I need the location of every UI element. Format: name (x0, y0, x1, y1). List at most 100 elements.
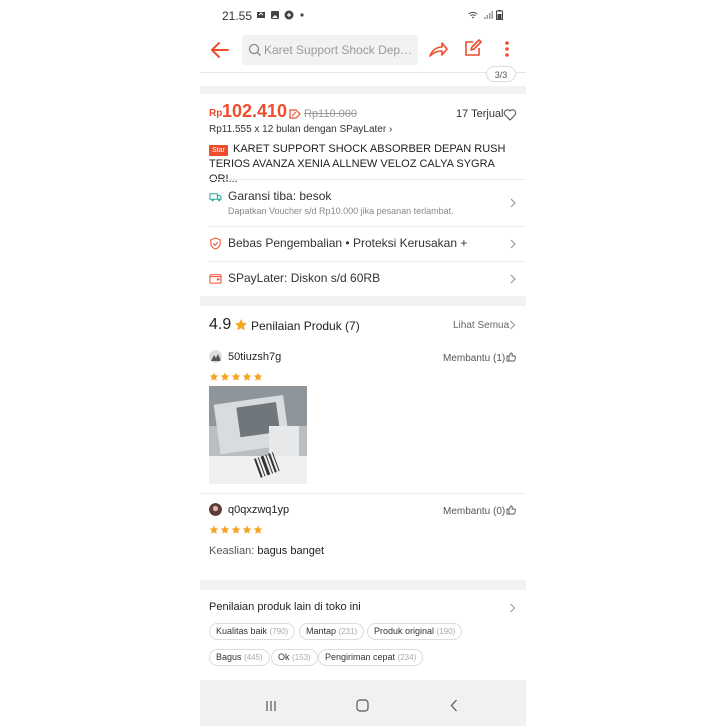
chip-count: (790) (269, 627, 289, 636)
pengembalian-row[interactable]: Bebas Pengembalian • Proteksi Kerusakan … (200, 227, 526, 261)
app-notification-icon (284, 10, 294, 20)
wallet-icon (209, 274, 222, 284)
shield-icon (210, 237, 221, 250)
garansi-label: Garansi tiba: besok (228, 189, 332, 203)
rating-chip[interactable]: Ok (153) (271, 649, 318, 666)
more-vertical-icon[interactable] (502, 38, 512, 60)
rating-label: Penilaian Produk (7) (251, 319, 360, 333)
chip-count: (234) (397, 653, 417, 662)
rating-stars (209, 369, 264, 381)
helpful-button[interactable]: Membantu (1) (443, 352, 517, 364)
chip-label: Mantap (306, 626, 337, 636)
phone-screen: 21.55 Karet Support Shock Depan ... 3/3 (200, 0, 526, 726)
search-input[interactable]: Karet Support Shock Depan ... (242, 35, 418, 65)
rating-score: 4.9 (209, 316, 232, 333)
section-separator (200, 580, 526, 590)
chip-label: Bagus (216, 652, 242, 662)
rating-chip[interactable]: Pengiriman cepat (234) (318, 649, 424, 666)
search-placeholder: Karet Support Shock Depan ... (264, 43, 414, 57)
chip-count: (153) (292, 653, 311, 662)
top-bar: Karet Support Shock Depan ... (200, 32, 526, 72)
image-notification-icon (271, 11, 279, 19)
chip-count: (190) (436, 627, 456, 636)
installment-brand: SPayLater (339, 124, 387, 135)
chevron-right-icon (510, 274, 516, 284)
reviewer-name: q0qxzwq1yp (228, 504, 290, 516)
star-icon (209, 372, 219, 381)
status-time: 21.55 (222, 9, 253, 23)
review-text-label: Keaslian: (209, 545, 255, 557)
rating-chip[interactable]: Bagus (445) (209, 649, 270, 666)
chip-count: (445) (244, 653, 263, 662)
review-text-value: bagus banget (257, 545, 324, 557)
discount-tag-icon (289, 109, 301, 119)
chip-label: Kualitas baik (216, 626, 268, 636)
section-separator (200, 296, 526, 306)
chevron-right-icon (510, 603, 516, 613)
divider (200, 72, 526, 73)
star-icon (253, 525, 263, 534)
rating-stars (209, 522, 264, 534)
star-icon (235, 319, 247, 331)
divider (200, 493, 526, 494)
star-icon (242, 525, 252, 534)
share-icon[interactable] (427, 38, 449, 60)
installment-prefix: Rp11.555 x 12 bulan dengan (209, 124, 340, 135)
edit-icon[interactable] (463, 38, 483, 58)
garansi-row[interactable]: Garansi tiba: besok Dapatkan Voucher s/d… (200, 180, 526, 226)
system-nav-bar (200, 680, 526, 726)
thumbs-up-icon (506, 352, 517, 362)
original-price: Rp110.000 (304, 108, 358, 120)
chip-label: Produk original (374, 626, 435, 636)
signal-icon (484, 11, 493, 19)
star-icon (231, 372, 241, 381)
heart-icon[interactable] (503, 108, 517, 121)
status-bar: 21.55 (200, 0, 526, 32)
pengembalian-label: Bebas Pengembalian • Proteksi Kerusakan … (228, 236, 468, 250)
star-icon (220, 372, 230, 381)
chevron-right-icon (510, 198, 516, 208)
recent-apps-icon[interactable] (265, 700, 277, 712)
reviewer-name: 50tiuzsh7g (228, 351, 282, 363)
star-icon (231, 525, 241, 534)
helpful-button[interactable]: Membantu (0) (443, 505, 517, 517)
star-icon (242, 372, 252, 381)
garansi-subtext: Dapatkan Voucher s/d Rp10.000 jika pesan… (228, 206, 454, 216)
chip-label: Ok (278, 652, 290, 662)
review-photo[interactable] (209, 386, 307, 484)
truck-icon (209, 193, 222, 202)
see-all-link[interactable]: Lihat Semua (453, 320, 509, 331)
home-icon[interactable] (356, 699, 369, 712)
more-notifications-icon (300, 13, 304, 17)
helpful-label: Membantu (0) (443, 506, 506, 517)
battery-icon (496, 10, 503, 20)
wifi-icon (468, 11, 478, 19)
avatar (209, 350, 222, 363)
chevron-right-icon: › (386, 124, 393, 135)
image-counter: 3/3 (486, 66, 516, 82)
shop-ratings-title[interactable]: Penilaian produk lain di toko ini (209, 601, 361, 613)
review-text: Keaslian: bagus banget (209, 545, 324, 557)
rating-chip[interactable]: Mantap (231) (299, 623, 365, 640)
search-icon (248, 43, 261, 56)
price-value: 102.410 (222, 101, 288, 121)
avatar (209, 503, 222, 516)
star-icon (253, 372, 263, 381)
star-icon (209, 525, 219, 534)
thumbs-up-icon (506, 505, 517, 515)
star-icon (220, 525, 230, 534)
rating-chip[interactable]: Kualitas baik (790) (209, 623, 296, 640)
installment-info[interactable]: Rp11.555 x 12 bulan dengan SPayLater › (209, 124, 392, 135)
arrow-left-icon[interactable] (208, 38, 232, 62)
back-icon[interactable] (450, 699, 458, 712)
notification-icon (257, 12, 265, 18)
chevron-right-icon (510, 320, 516, 330)
spaylater-row[interactable]: SPayLater: Diskon s/d 60RB (200, 262, 526, 296)
chip-count: (231) (338, 627, 358, 636)
section-separator (200, 86, 526, 94)
spaylater-label: SPayLater: Diskon s/d 60RB (228, 271, 381, 285)
chip-label: Pengiriman cepat (325, 652, 396, 662)
sold-count: 17 Terjual (456, 108, 504, 120)
rating-chip[interactable]: Produk original (190) (367, 623, 463, 640)
chevron-right-icon (510, 239, 516, 249)
